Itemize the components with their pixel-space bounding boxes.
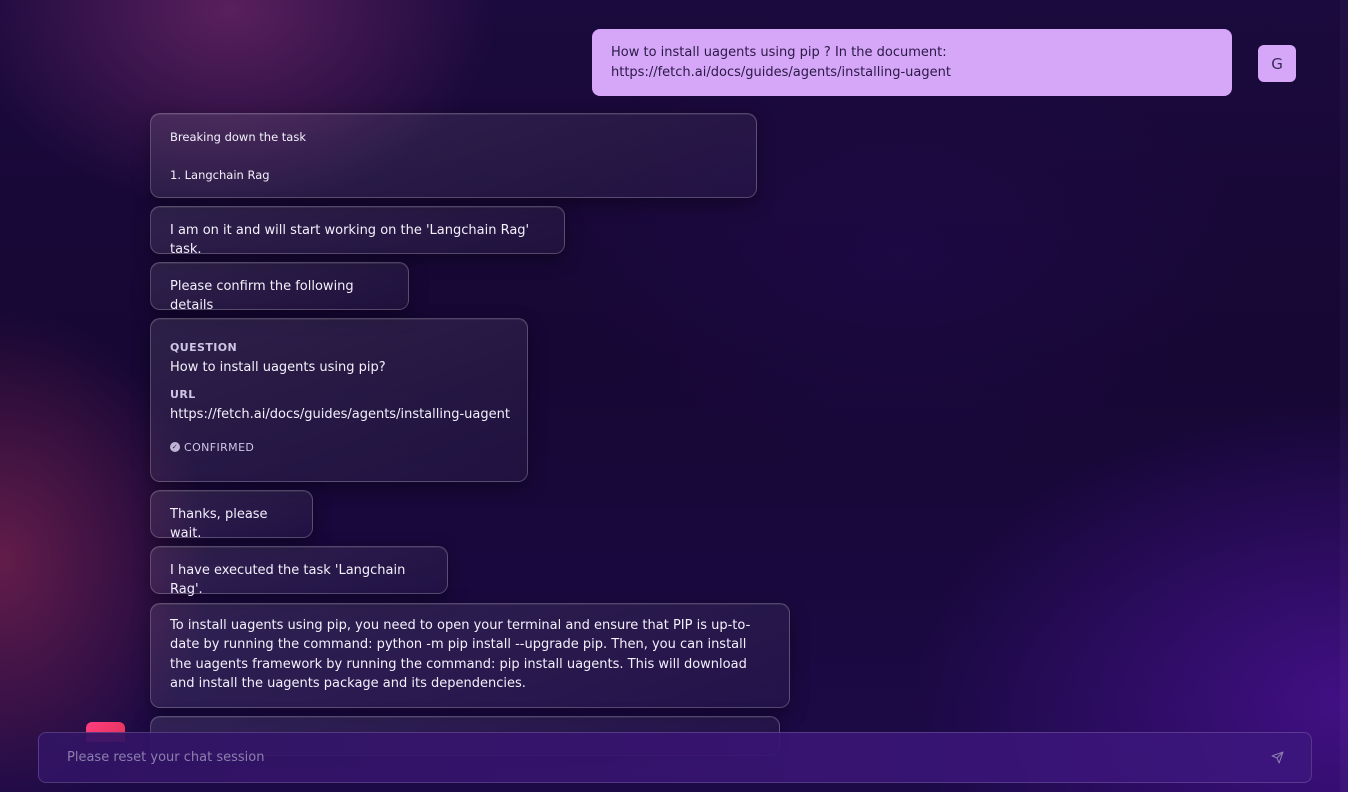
confirm-prompt-message: Please confirm the following details — [150, 262, 409, 314]
confirmed-label: CONFIRMED — [184, 440, 255, 454]
details-card: QUESTION How to install uagents using pi… — [150, 318, 528, 482]
check-circle-icon: ✓ — [170, 442, 180, 453]
executed-message: I have executed the task 'Langchain Rag'… — [150, 546, 448, 598]
task-breakdown-message: Breaking down the task 1. Langchain Rag — [150, 113, 757, 198]
breakdown-item: 1. Langchain Rag — [170, 168, 270, 182]
breakdown-title: Breaking down the task — [170, 130, 307, 144]
user-message: How to install uagents using pip ? In th… — [592, 29, 1232, 96]
user-message-line: How to install uagents using pip ? In th… — [611, 45, 947, 60]
answer-text: To install uagents using pip, you need t… — [170, 618, 751, 692]
user-message-line: https://fetch.ai/docs/guides/agents/inst… — [611, 65, 951, 80]
answer-message: To install uagents using pip, you need t… — [150, 603, 790, 708]
question-label: QUESTION — [170, 341, 238, 354]
send-icon[interactable] — [1269, 750, 1285, 766]
user-avatar: G — [1258, 45, 1296, 82]
wait-message: Thanks, please wait. — [150, 490, 313, 542]
chat-input[interactable] — [65, 749, 1269, 766]
confirm-prompt-text: Please confirm the following details — [170, 279, 354, 314]
confirmed-status: ✓ CONFIRMED — [170, 438, 508, 457]
wait-text: Thanks, please wait. — [170, 507, 268, 542]
working-message: I am on it and will start working on the… — [150, 206, 565, 258]
executed-text: I have executed the task 'Langchain Rag'… — [170, 563, 406, 598]
url-label: URL — [170, 387, 196, 401]
question-value: How to install uagents using pip? — [170, 360, 386, 376]
chat-input-bar — [38, 732, 1312, 783]
working-text: I am on it and will start working on the… — [170, 223, 530, 258]
url-value: https://fetch.ai/docs/guides/agents/inst… — [170, 407, 510, 423]
scrollbar[interactable] — [1340, 0, 1348, 792]
